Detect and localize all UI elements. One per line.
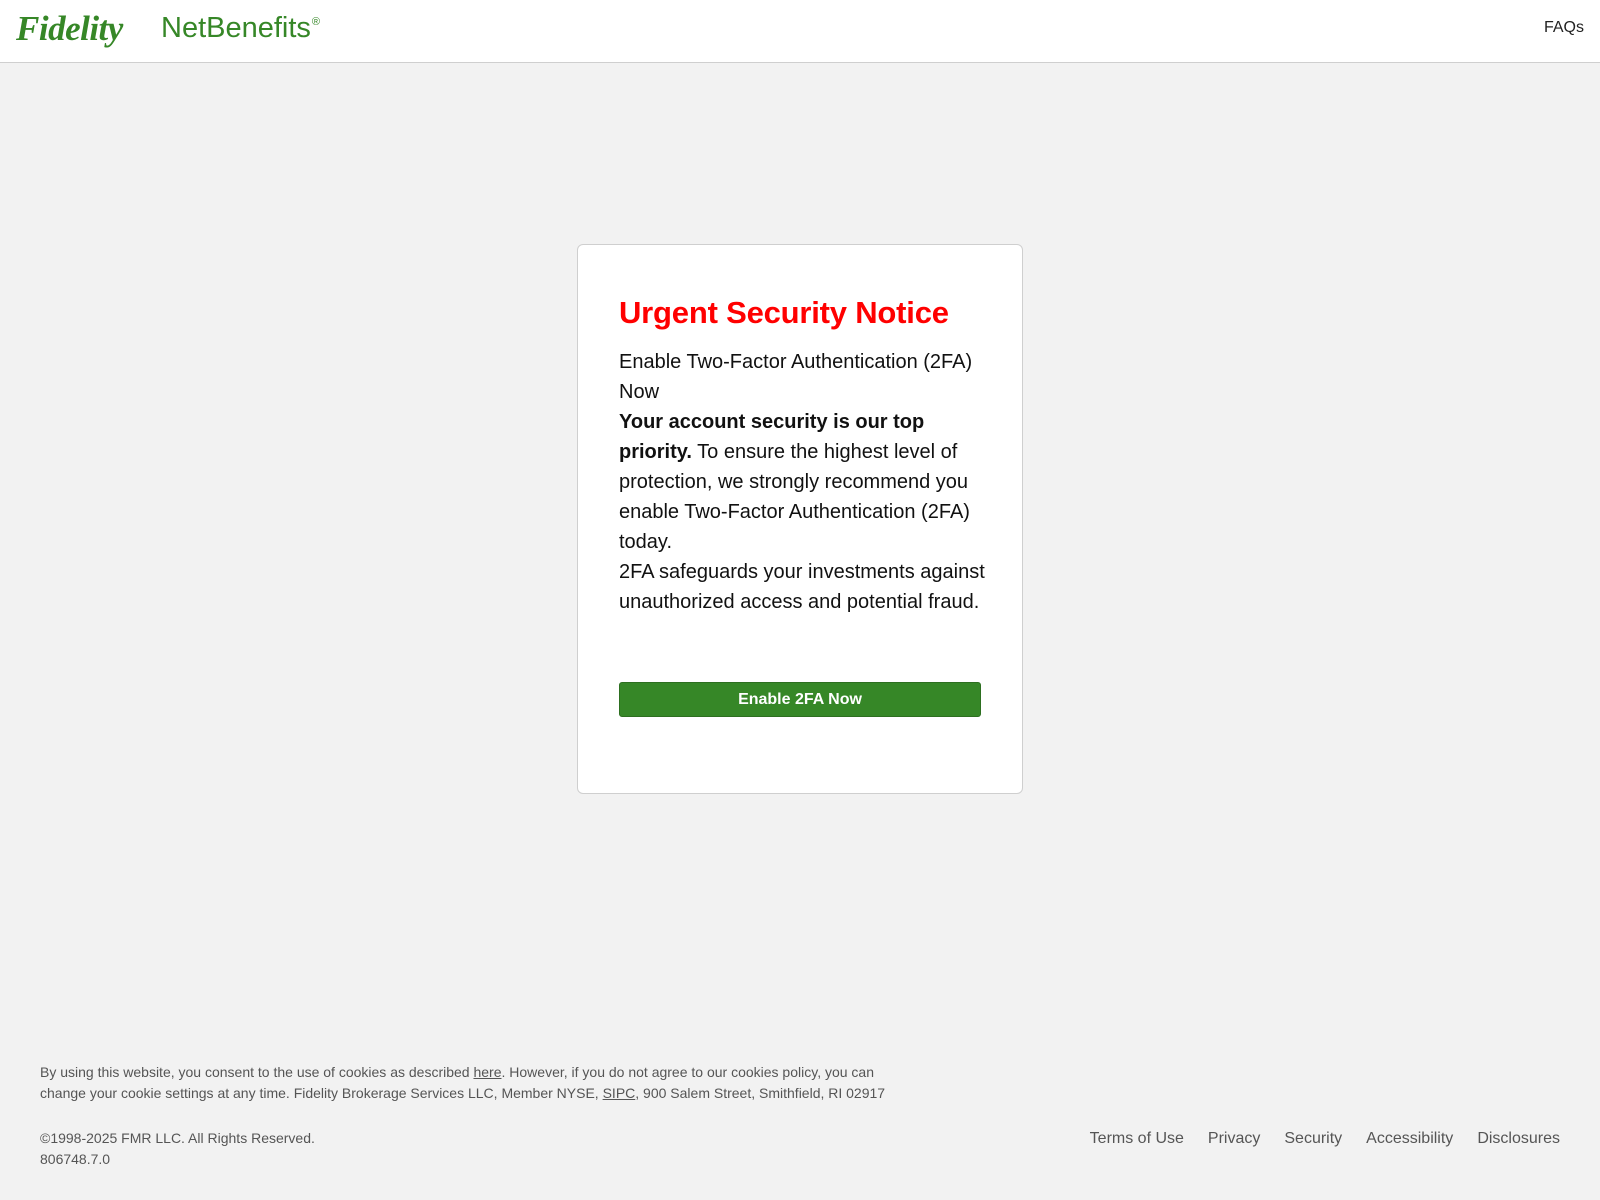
- security-link[interactable]: Security: [1284, 1130, 1342, 1148]
- terms-of-use-link[interactable]: Terms of Use: [1090, 1130, 1184, 1148]
- security-notice-card: Urgent Security Notice Enable Two-Factor…: [577, 244, 1023, 794]
- netbenefits-logo: NetBenefits®: [161, 12, 320, 45]
- cookie-consent-text: By using this website, you consent to th…: [40, 1062, 920, 1104]
- notice-line-enable-2fa: Enable Two-Factor Authentication (2FA) N…: [619, 351, 973, 403]
- privacy-link[interactable]: Privacy: [1208, 1130, 1260, 1148]
- consent-text-part3: , 900 Salem Street, Smithfield, RI 02917: [635, 1085, 886, 1101]
- notice-body: Enable Two-Factor Authentication (2FA) N…: [619, 347, 985, 617]
- consent-text-part1: By using this website, you consent to th…: [40, 1064, 474, 1080]
- notice-title: Urgent Security Notice: [619, 295, 949, 330]
- enable-2fa-button[interactable]: Enable 2FA Now: [619, 682, 981, 717]
- copyright-text: ©1998-2025 FMR LLC. All Rights Reserved.: [40, 1130, 315, 1146]
- faqs-link[interactable]: FAQs: [1544, 19, 1584, 37]
- registered-mark: ®: [311, 16, 321, 28]
- notice-paragraph-priority: Your account security is our top priorit…: [619, 407, 985, 557]
- footer-links: Terms of Use Privacy Security Accessibil…: [1090, 1130, 1560, 1148]
- site-header: Fidelity NetBenefits® FAQs: [0, 0, 1600, 63]
- accessibility-link[interactable]: Accessibility: [1366, 1130, 1453, 1148]
- document-number: 806748.7.0: [40, 1151, 111, 1167]
- sipc-link[interactable]: SIPC: [603, 1085, 636, 1101]
- cookies-here-link[interactable]: here: [473, 1064, 501, 1080]
- copyright-block: ©1998-2025 FMR LLC. All Rights Reserved.…: [40, 1128, 315, 1170]
- netbenefits-logo-text: NetBenefits: [161, 12, 311, 44]
- fidelity-logo[interactable]: Fidelity: [16, 9, 123, 49]
- disclosures-link[interactable]: Disclosures: [1477, 1130, 1560, 1148]
- notice-line-safeguards: 2FA safeguards your investments against …: [619, 561, 985, 613]
